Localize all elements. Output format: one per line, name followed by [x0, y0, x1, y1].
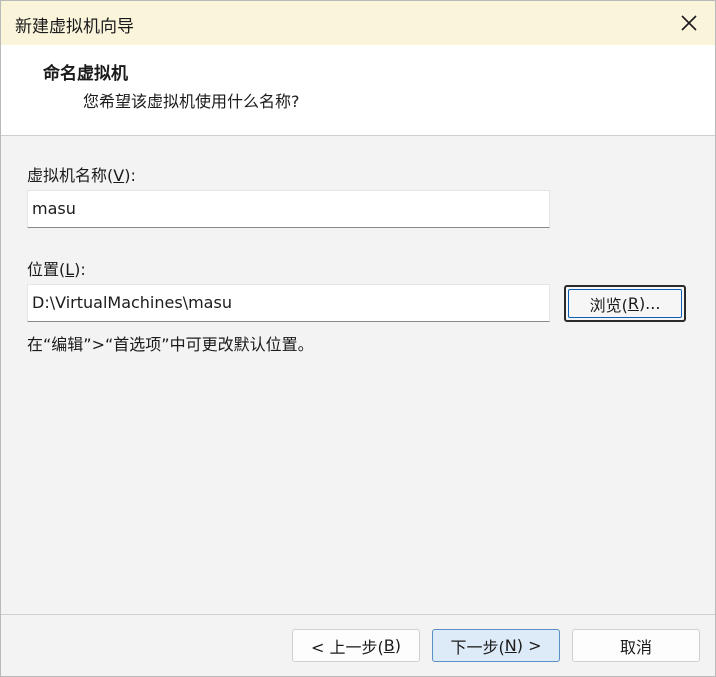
vm-name-label: 虚拟机名称(V):: [27, 166, 136, 185]
window-title: 新建虚拟机向导: [15, 17, 134, 37]
location-label: 位置(L):: [27, 260, 86, 279]
back-button[interactable]: < 上一步(B): [292, 629, 420, 662]
next-button[interactable]: 下一步(N) >: [432, 629, 560, 662]
close-button[interactable]: [677, 11, 701, 35]
location-input[interactable]: D:\VirtualMachines\masu: [27, 284, 550, 322]
vm-name-input[interactable]: masu: [27, 190, 550, 228]
browse-button[interactable]: 浏览(R)...: [564, 285, 686, 322]
cancel-button[interactable]: 取消: [572, 629, 700, 662]
vm-name-accesskey: V: [113, 166, 125, 185]
wizard-header: 命名虚拟机 您希望该虚拟机使用什么名称?: [1, 45, 715, 136]
close-icon: [681, 15, 697, 31]
new-vm-wizard-window: 新建虚拟机向导 命名虚拟机 您希望该虚拟机使用什么名称? 虚拟机名称(V): m…: [0, 0, 716, 677]
page-title: 命名虚拟机: [43, 64, 128, 84]
page-subtitle: 您希望该虚拟机使用什么名称?: [83, 92, 300, 111]
title-bar: 新建虚拟机向导: [1, 1, 715, 45]
default-location-hint: 在“编辑”>“首选项”中可更改默认位置。: [27, 335, 314, 354]
footer-divider: [1, 614, 715, 615]
location-accesskey: L: [65, 260, 75, 279]
